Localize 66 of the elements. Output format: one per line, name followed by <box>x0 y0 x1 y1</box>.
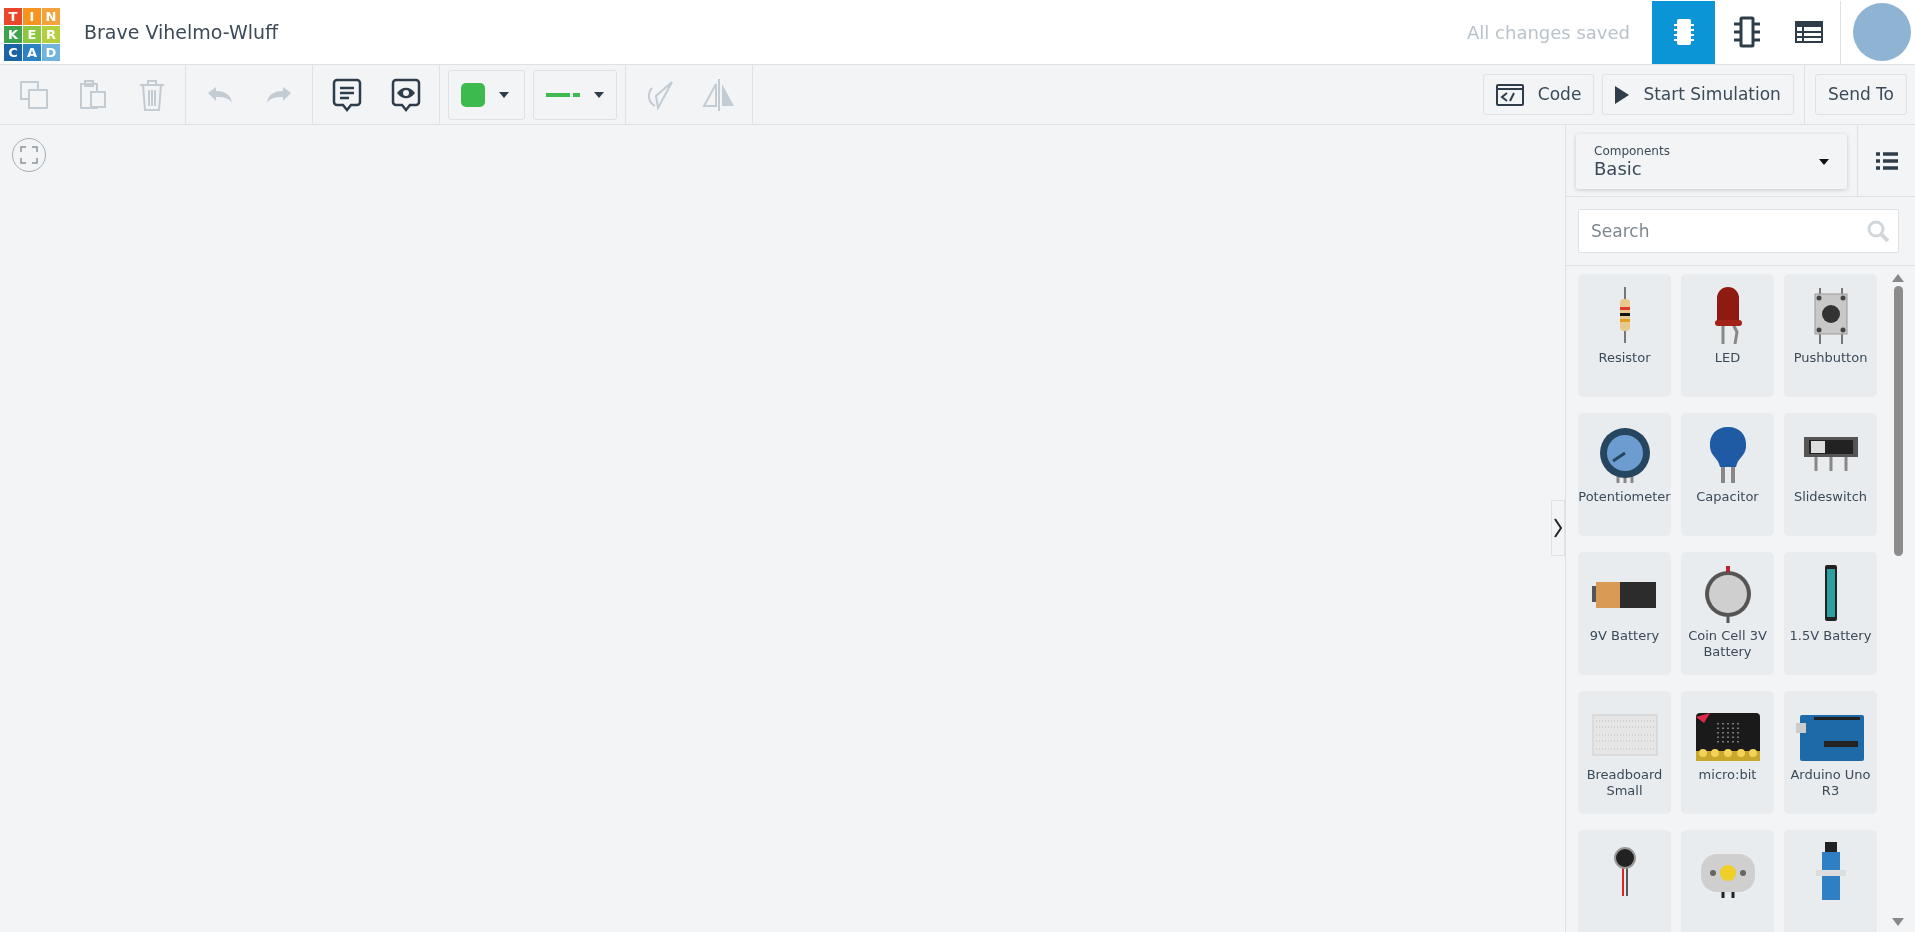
undo-icon <box>206 85 233 104</box>
component-label: 9V Battery <box>1589 628 1660 645</box>
component-label: Slideswitch <box>1793 489 1868 506</box>
table-icon <box>1795 21 1823 43</box>
components-dropdown[interactable]: Components Basic <box>1576 134 1847 189</box>
redo-icon <box>265 85 292 104</box>
search-field[interactable]: Search <box>1578 209 1899 253</box>
play-icon <box>1615 85 1630 104</box>
component-card[interactable]: micro:bit <box>1681 691 1774 814</box>
fit-view-icon <box>20 146 38 164</box>
rotate-icon <box>645 79 674 110</box>
component-label: Resistor <box>1598 350 1651 367</box>
component-label: Arduino Uno R3 <box>1789 767 1872 800</box>
list-icon <box>1875 151 1898 170</box>
component-card[interactable]: Slideswitch <box>1784 413 1877 536</box>
trash-icon <box>138 78 165 111</box>
component-card[interactable]: 9V Battery <box>1578 552 1671 675</box>
search-icon <box>1867 220 1889 242</box>
start-button[interactable]: Start Simulation <box>1602 74 1794 115</box>
component-label: Pushbutton <box>1793 350 1868 367</box>
save-status: All changes saved <box>1467 20 1630 45</box>
code-window-icon <box>1495 83 1524 106</box>
component-label: micro:bit <box>1698 767 1757 784</box>
caret-icon <box>499 91 509 98</box>
component-card[interactable]: 1.5V Battery <box>1784 552 1877 675</box>
note-icon <box>331 77 362 112</box>
paste-icon <box>78 78 107 111</box>
send-button[interactable]: Send To <box>1814 74 1907 115</box>
project-title[interactable]: Brave Vihelmo-Wluff <box>84 17 279 47</box>
copy-icon <box>18 79 49 110</box>
component-card[interactable]: Arduino Uno R3 <box>1784 691 1877 814</box>
wire-style-dropdown[interactable] <box>533 69 617 120</box>
caret-icon <box>1819 158 1829 165</box>
logo[interactable]: T I N K E R C A D <box>4 8 60 61</box>
scrollbar-thumb[interactable] <box>1893 286 1903 556</box>
wire-line-icon <box>546 91 580 98</box>
component-label: Coin Cell 3V Battery <box>1687 628 1768 661</box>
ic-symbol-icon <box>1732 16 1761 48</box>
component-card[interactable]: Breadboard Small <box>1578 691 1671 814</box>
component-card[interactable]: Pushbutton <box>1784 274 1877 397</box>
component-card[interactable] <box>1578 830 1671 932</box>
battery15-drawing <box>1823 564 1838 622</box>
component-label: Capacitor <box>1696 489 1759 506</box>
chevron-icon <box>1554 518 1562 538</box>
resistor-drawing <box>1617 286 1632 344</box>
chip-icon <box>1671 17 1696 47</box>
component-card[interactable]: LED <box>1681 274 1774 397</box>
flip-icon <box>701 77 736 112</box>
avatar[interactable] <box>1853 3 1911 61</box>
scroll-down-icon[interactable] <box>1892 918 1904 926</box>
scroll-up-icon[interactable] <box>1892 274 1904 282</box>
fill-color-dropdown[interactable] <box>448 69 525 120</box>
component-label: LED <box>1714 350 1741 367</box>
code-button[interactable]: Code <box>1482 74 1595 115</box>
component-label: 1.5V Battery <box>1789 628 1872 645</box>
component-card[interactable]: Resistor <box>1578 274 1671 397</box>
component-label: Breadboard Small <box>1585 767 1664 800</box>
collapse-panel-button[interactable] <box>1551 500 1565 556</box>
component-label: Potentiometer <box>1578 489 1671 506</box>
caret-icon <box>594 91 604 98</box>
color-swatch <box>461 82 485 107</box>
eye-icon <box>390 77 421 112</box>
component-card[interactable]: Capacitor <box>1681 413 1774 536</box>
vibration-drawing <box>1612 845 1637 897</box>
component-card[interactable]: Potentiometer <box>1578 413 1671 536</box>
component-card[interactable]: Coin Cell 3V Battery <box>1681 552 1774 675</box>
